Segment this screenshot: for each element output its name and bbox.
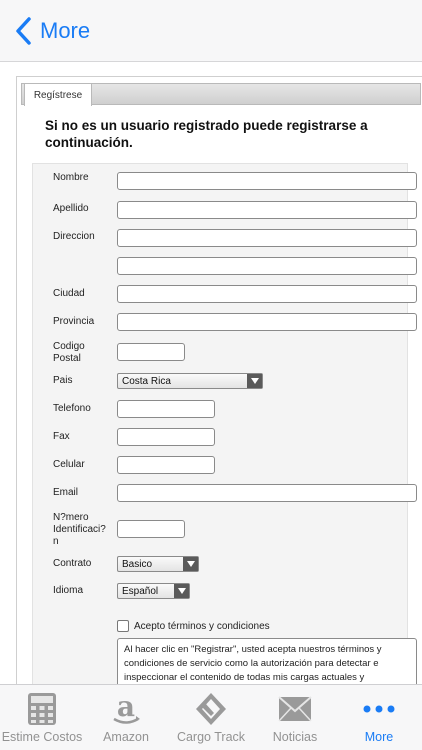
tab-bar: Estime Costos a Amazon Cargo Track Notic… xyxy=(0,684,422,750)
tab-label: Cargo Track xyxy=(176,730,246,744)
back-label: More xyxy=(40,18,91,43)
contrato-select[interactable]: Basico xyxy=(117,556,199,572)
tab-label: More xyxy=(364,730,394,744)
nombre-input[interactable] xyxy=(117,172,417,190)
identificacion-input[interactable] xyxy=(117,520,185,538)
telefono-input[interactable] xyxy=(117,400,215,418)
accept-terms-label: Acepto términos y condiciones xyxy=(134,621,270,632)
identificacion-label: N?mero Identificaci? n xyxy=(53,512,106,548)
accept-terms-checkbox[interactable] xyxy=(117,620,129,632)
tab-noticias[interactable]: Noticias xyxy=(253,685,337,750)
direccion-input-1[interactable] xyxy=(117,229,417,247)
fax-label: Fax xyxy=(53,431,70,442)
back-button[interactable]: More xyxy=(14,14,90,48)
apellido-label: Apellido xyxy=(53,203,89,214)
dropdown-arrow-icon xyxy=(183,557,198,571)
tab-registrese[interactable]: Regístrese xyxy=(24,83,92,106)
codigo-postal-label-line2: Postal xyxy=(53,353,81,364)
tab-amazon[interactable]: a Amazon xyxy=(84,685,168,750)
calculator-icon xyxy=(24,691,60,727)
idioma-label: Idioma xyxy=(53,585,84,596)
registration-form: Nombre Apellido Direccion Ciudad Provinc… xyxy=(32,163,417,684)
page-frame: Regístrese Si no es un usuario registrad… xyxy=(16,76,422,684)
provincia-input[interactable] xyxy=(117,313,417,331)
email-label: Email xyxy=(53,487,79,498)
tab-label: Estime Costos xyxy=(1,730,83,744)
telefono-label: Telefono xyxy=(53,403,91,414)
celular-label: Celular xyxy=(53,459,85,470)
idioma-selected-value: Español xyxy=(122,585,159,597)
pais-select[interactable]: Costa Rica xyxy=(117,373,263,389)
svg-text:a: a xyxy=(117,692,135,723)
dropdown-arrow-icon xyxy=(247,374,262,388)
dropdown-arrow-icon xyxy=(174,584,189,598)
tab-more[interactable]: More xyxy=(337,685,421,750)
navigation-bar: More xyxy=(0,0,422,62)
chevron-left-icon xyxy=(16,17,31,45)
codigo-postal-input[interactable] xyxy=(117,343,185,361)
page-tab-strip: Regístrese xyxy=(21,83,421,106)
tab-label: Amazon xyxy=(103,730,149,744)
nombre-label: Nombre xyxy=(53,172,89,183)
screen: More Regístrese Si no es un usuario regi… xyxy=(0,0,422,750)
direccion-input-2[interactable] xyxy=(117,257,417,275)
more-dots-icon xyxy=(361,691,397,727)
ciudad-label: Ciudad xyxy=(53,288,85,299)
email-input[interactable] xyxy=(117,484,417,502)
envelope-icon xyxy=(277,691,313,727)
cargo-track-icon xyxy=(193,691,229,727)
codigo-postal-label: Codigo Postal xyxy=(53,341,85,365)
contrato-label: Contrato xyxy=(53,558,92,569)
provincia-label: Provincia xyxy=(53,316,95,327)
identificacion-label-line3: n xyxy=(53,536,59,547)
contrato-selected-value: Basico xyxy=(122,558,153,570)
ciudad-input[interactable] xyxy=(117,285,417,303)
codigo-postal-label-line1: Codigo xyxy=(53,341,85,352)
pais-selected-value: Costa Rica xyxy=(122,375,171,387)
tab-estime-costos[interactable]: Estime Costos xyxy=(0,685,84,750)
amazon-icon: a xyxy=(108,691,144,727)
heading-line-1: Si no es un usuario registrado puede reg… xyxy=(45,118,368,133)
tab-cargo-track[interactable]: Cargo Track xyxy=(169,685,253,750)
identificacion-label-line2: Identificaci? xyxy=(53,524,106,535)
apellido-input[interactable] xyxy=(117,201,417,219)
heading-line-2: continuación. xyxy=(45,135,133,150)
pais-label: Pais xyxy=(53,375,73,386)
direccion-label: Direccion xyxy=(53,231,95,242)
terms-textarea[interactable]: Al hacer clic en "Registrar", usted acep… xyxy=(117,638,417,684)
idioma-select[interactable]: Español xyxy=(117,583,190,599)
fax-input[interactable] xyxy=(117,428,215,446)
web-content[interactable]: Regístrese Si no es un usuario registrad… xyxy=(0,62,422,684)
celular-input[interactable] xyxy=(117,456,215,474)
identificacion-label-line1: N?mero xyxy=(53,512,89,523)
page-heading: Si no es un usuario registrado puede reg… xyxy=(45,117,405,151)
tab-label: Noticias xyxy=(272,730,318,744)
